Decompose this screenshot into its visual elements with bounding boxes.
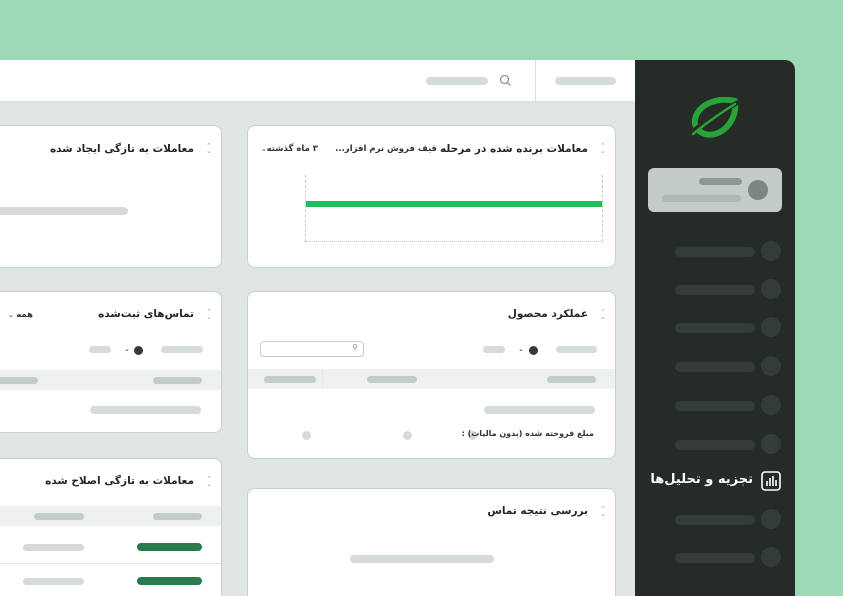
sidebar-item-icon [761,241,781,261]
sidebar-item[interactable] [675,355,783,377]
table-search-input[interactable]: ⚲ [260,341,364,357]
sidebar-item-label [675,515,755,525]
column-header [34,513,84,520]
sort-caret-icon[interactable]: ⌃ ⌄ [205,309,213,321]
sidebar-item[interactable] [675,240,783,262]
won-deals-card: ⌃ ⌄ معاملات برنده شده در مرحله قیف فروش ن… [247,125,616,268]
sidebar-item-label [675,285,755,295]
sidebar-item-icon [761,395,781,415]
bar-chart-icon [761,471,781,491]
sort-caret-icon[interactable]: ⌃ ⌄ [599,309,607,321]
avatar [748,180,768,200]
sidebar-item-icon [761,547,781,567]
card-title: تماس‌های ثبت‌شده [98,308,194,320]
placeholder-cell [23,578,84,585]
placeholder-chip [483,346,505,353]
product-performance-card: ⌃ ⌄ عملکرد محصول ⚲ ⌄ مبلغ فروخته شده (بدو… [247,291,616,459]
sort-caret-icon[interactable]: ⌃ ⌄ [599,143,607,155]
sidebar-item[interactable] [675,508,783,530]
period-filter[interactable]: ۳ ماه گذشته [267,144,318,154]
column-header [153,513,202,520]
sort-caret-icon[interactable]: ⌃ ⌄ [205,476,213,488]
column-header [0,377,38,384]
column-header [153,377,202,384]
sidebar-item-label [675,440,755,450]
leaf-logo-icon[interactable] [689,97,739,139]
status-dot [134,346,143,355]
dot-marker [302,431,311,440]
metric-label: مبلغ فروخته شده (بدون مالیات) : [461,429,594,438]
recent-deals-card: ⌃ ⌄ معاملات به تازگی ایجاد شده [0,125,222,268]
sidebar-item[interactable] [675,546,783,568]
dashboard-content: ⌃ ⌄ معاملات برنده شده در مرحله قیف فروش ن… [0,102,635,596]
placeholder-chip [161,346,203,353]
placeholder-line [0,207,128,215]
column-header [547,376,596,383]
card-title: معاملات به تازگی ایجاد شده [49,143,194,155]
placeholder-chip [89,346,111,353]
card-title: معاملات برنده شده در مرحله [440,143,588,155]
modified-deals-card: ⌃ ⌄ معاملات به تازگی اصلاح شده [0,458,222,596]
sidebar-item-label [675,553,755,563]
type-filter[interactable]: همه [16,310,33,320]
card-title: معاملات به تازگی اصلاح شده [45,475,194,487]
status-bar [137,577,202,585]
placeholder-line [90,406,201,414]
chevron-down-icon[interactable]: ⌄ [345,145,351,153]
sort-caret-icon[interactable]: ⌃ ⌄ [599,506,607,518]
sidebar-item-icon [761,509,781,529]
placeholder-line [484,406,595,414]
placeholder-chip [556,346,597,353]
card-title: عملکرد محصول [507,308,588,320]
sidebar-item-label [675,362,755,372]
sort-caret-icon[interactable]: ⌃ ⌄ [205,143,213,155]
column-divider [322,369,323,389]
sidebar-item-icon [761,356,781,376]
sidebar-item-label [675,401,755,411]
sidebar-item-analytics[interactable]: تجزیه و تحلیل‌ها [647,470,783,492]
chevron-down-icon[interactable]: ⌄ [261,145,267,153]
chevron-down-icon[interactable]: ⌄ [124,345,130,353]
placeholder-cell [23,544,84,551]
progress-bar [306,201,602,207]
top-bar [0,60,635,102]
sidebar-item-icon [761,317,781,337]
search-icon: ⚲ [352,343,358,352]
dot-marker [403,431,412,440]
search-icon[interactable] [499,74,512,87]
call-outcome-card: ⌃ ⌄ بررسی نتیجه تماس [247,488,616,596]
placeholder-line [350,555,494,563]
workspace-subtitle-placeholder [662,195,741,202]
sidebar-item[interactable] [675,278,783,300]
user-placeholder[interactable] [555,77,616,85]
sidebar-item-label: تجزیه و تحلیل‌ها [650,472,753,487]
chevron-down-icon[interactable]: ⌄ [518,345,524,353]
sidebar-item-icon [761,434,781,454]
workspace-name-placeholder [699,178,742,185]
logged-calls-card: ⌃ ⌄ تماس‌های ثبت‌شده همه ⌄ ⌄ [0,291,222,433]
topbar-divider [535,60,536,102]
status-dot [529,346,538,355]
chevron-down-icon[interactable]: ⌄ [8,311,14,319]
sidebar-item[interactable] [675,316,783,338]
sidebar-item[interactable] [675,394,783,416]
sidebar-item-label [675,247,755,257]
sidebar-item[interactable] [675,433,783,455]
app-window: ⌃ ⌄ معاملات برنده شده در مرحله قیف فروش ن… [0,60,795,596]
sidebar-item-icon [761,279,781,299]
sidebar-item-label [675,323,755,333]
status-bar [137,543,202,551]
row-divider [0,563,221,564]
column-header [264,376,316,383]
sidebar: تجزیه و تحلیل‌ها [635,60,795,596]
search-input[interactable] [426,77,488,85]
chart-area [305,175,603,242]
column-header [367,376,417,383]
card-title: بررسی نتیجه تماس [487,505,588,517]
workspace-card[interactable] [648,168,782,212]
